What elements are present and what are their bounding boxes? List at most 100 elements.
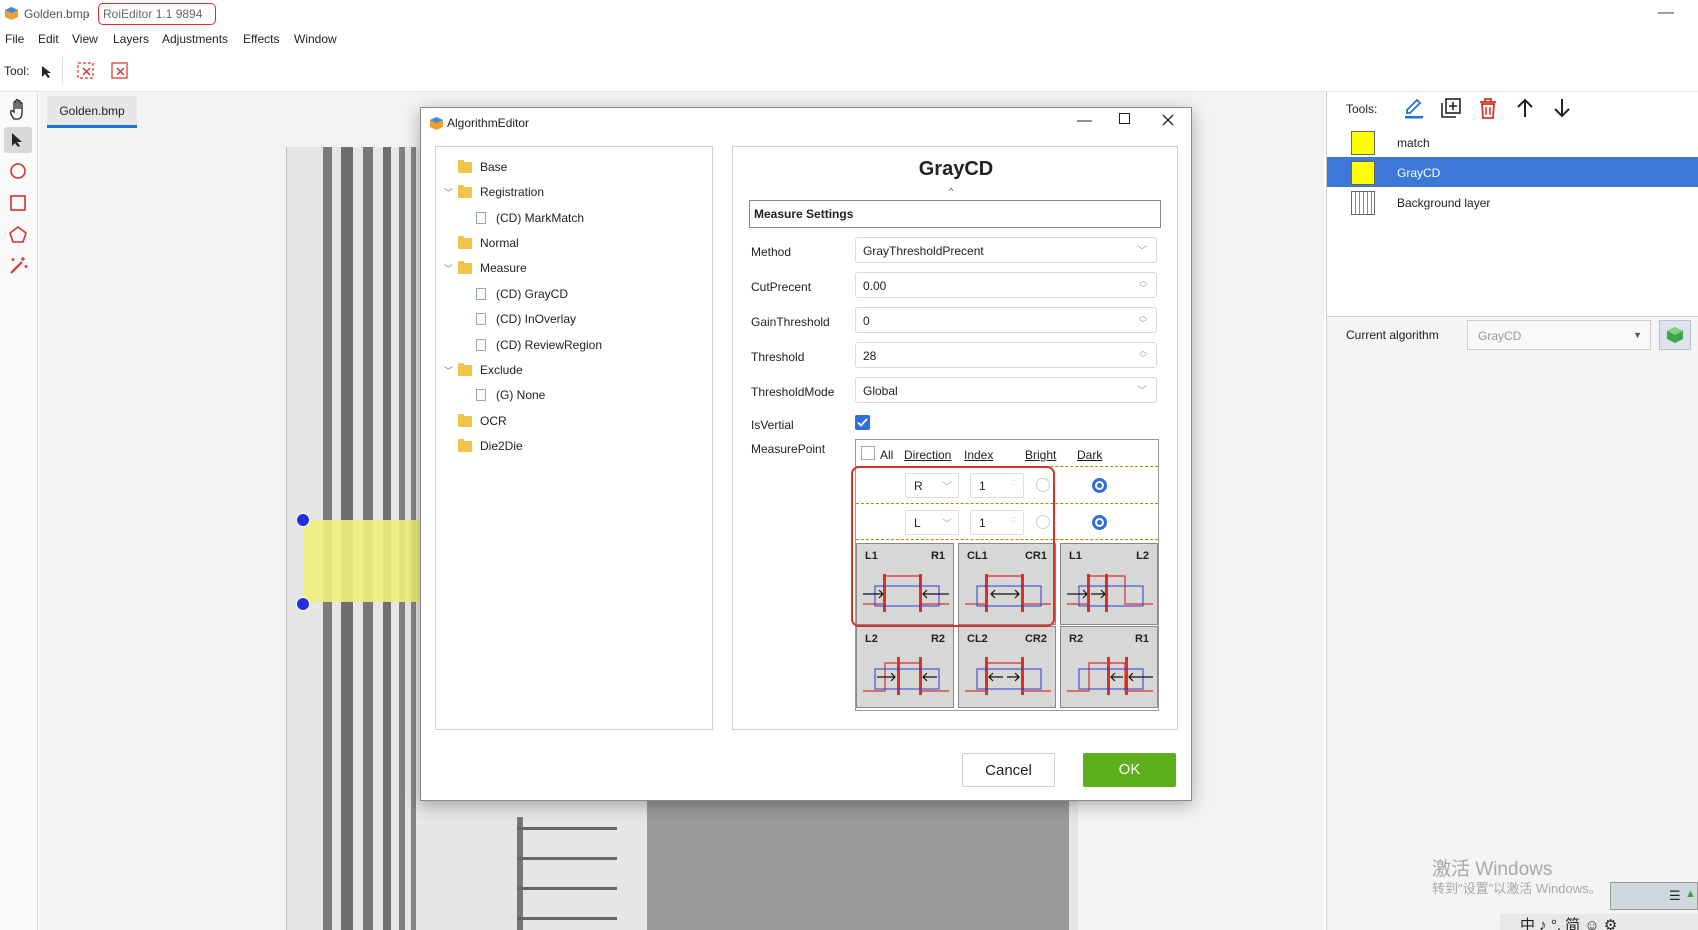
direction-select-row2[interactable]: L ﹀ xyxy=(905,510,959,535)
roi-handle-top[interactable] xyxy=(296,513,310,527)
preset-right-label: CR1 xyxy=(1024,550,1047,562)
menu-file[interactable]: File xyxy=(5,32,24,46)
measure-profile-icon xyxy=(965,574,1051,612)
layer-item-background[interactable]: Background layer xyxy=(1327,187,1698,217)
taskbar-overflow[interactable]: ☰ ▲ xyxy=(1610,882,1698,910)
dialog-maximize-icon[interactable] xyxy=(1119,113,1130,124)
background-layer-icon xyxy=(1351,191,1375,215)
menu-adjustments[interactable]: Adjustments xyxy=(162,32,228,46)
roi-handle-bottom[interactable] xyxy=(296,597,310,611)
document-tab[interactable]: Golden.bmp xyxy=(47,96,137,128)
move-down-icon[interactable] xyxy=(1551,97,1573,119)
tree-label: (CD) MarkMatch xyxy=(496,211,585,225)
tree-label: Die2Die xyxy=(480,439,523,453)
collapse-caret-icon[interactable]: ^ xyxy=(949,186,953,196)
threshold-label: Threshold xyxy=(751,350,805,364)
method-label: Method xyxy=(751,245,792,259)
tree-item-none[interactable]: (G) None xyxy=(476,388,545,402)
layer-item-graycd[interactable]: GrayCD xyxy=(1327,157,1698,187)
tree-item-ocr[interactable]: OCR xyxy=(458,413,507,428)
clear-roi-icon[interactable] xyxy=(111,62,129,80)
tree-item-die2die[interactable]: Die2Die xyxy=(458,438,523,453)
delete-roi-icon[interactable] xyxy=(77,62,95,80)
current-algorithm-value: GrayCD xyxy=(1478,329,1522,343)
preset-r2-r1[interactable]: R2 R1 xyxy=(1060,626,1158,708)
layer-item-match[interactable]: match xyxy=(1327,127,1698,157)
dialog-minimize-icon[interactable]: — xyxy=(1077,112,1092,129)
cursor-icon[interactable] xyxy=(41,65,53,79)
preset-cl2-cr2[interactable]: CL2 CR2 xyxy=(958,626,1056,708)
menu-edit[interactable]: Edit xyxy=(38,32,59,46)
cutprecent-spinbox[interactable]: 0.00 ︿ ﹀ xyxy=(855,272,1157,298)
collapse-chevron-icon[interactable]: ﹀ xyxy=(444,364,453,377)
preset-l1-r1[interactable]: L1 R1 xyxy=(856,543,954,625)
minimize-button[interactable]: — xyxy=(1658,4,1674,22)
tree-item-exclude[interactable]: Exclude xyxy=(458,362,523,377)
bright-radio-row1[interactable] xyxy=(1036,478,1050,492)
menu-view[interactable]: View xyxy=(72,32,98,46)
tree-item-registration[interactable]: Registration xyxy=(458,184,544,199)
method-select[interactable]: GrayThresholdPrecent ﹀ xyxy=(855,237,1157,263)
circle-icon xyxy=(10,163,26,179)
polygon-tool[interactable] xyxy=(4,222,32,248)
preset-left-label: R2 xyxy=(1069,633,1084,645)
move-up-icon[interactable] xyxy=(1514,97,1536,119)
menu-window[interactable]: Window xyxy=(294,32,337,46)
header-dark: Dark xyxy=(1077,448,1103,462)
algorithm-editor-dialog: AlgorithmEditor — Base ﹀ Registration (C… xyxy=(420,107,1192,801)
edit-icon[interactable] xyxy=(1403,97,1425,119)
tree-item-markmatch[interactable]: (CD) MarkMatch xyxy=(476,211,584,225)
rectangle-tool[interactable] xyxy=(4,190,32,216)
tree-item-normal[interactable]: Normal xyxy=(458,235,519,250)
layers-panel: Tools: match GrayCD Background layer Cur… xyxy=(1326,92,1698,930)
system-tray[interactable]: 中 ♪ °, 简 ☺ ⚙ xyxy=(1500,914,1698,930)
spin-arrows-icon: ︿ ﹀ xyxy=(1010,476,1017,491)
tree-item-base[interactable]: Base xyxy=(458,159,507,174)
folder-icon xyxy=(458,184,472,198)
menu-layers[interactable]: Layers xyxy=(113,32,149,46)
file-name: Golden.bmp xyxy=(24,7,90,21)
bright-radio-row2[interactable] xyxy=(1036,515,1050,529)
spin-arrows-icon[interactable]: ︿ ﹀ xyxy=(1139,277,1147,293)
chevron-down-icon: ﹀ xyxy=(1137,386,1147,397)
gainthreshold-spinbox[interactable]: 0 ︿ ﹀ xyxy=(855,307,1157,333)
select-tool[interactable] xyxy=(4,127,32,153)
tree-item-graycd[interactable]: (CD) GrayCD xyxy=(476,287,568,301)
activation-watermark-text: 转到"设置"以激活 Windows。 xyxy=(1432,881,1602,896)
document-icon xyxy=(476,288,486,300)
checkmark-icon xyxy=(857,418,868,427)
tree-item-inoverlay[interactable]: (CD) InOverlay xyxy=(476,312,576,326)
collapse-chevron-icon[interactable]: ﹀ xyxy=(444,262,453,275)
circle-tool[interactable] xyxy=(4,158,32,184)
preset-l2-r2[interactable]: L2 R2 xyxy=(856,626,954,708)
index-spinbox-row2[interactable]: 1 ︿ ﹀ xyxy=(970,510,1024,535)
spin-arrows-icon[interactable]: ︿ ﹀ xyxy=(1139,312,1147,328)
tree-item-measure[interactable]: Measure xyxy=(458,260,527,275)
delete-icon[interactable] xyxy=(1477,97,1499,119)
collapse-chevron-icon[interactable]: ﹀ xyxy=(444,186,453,199)
preset-cl1-cr1[interactable]: CL1 CR1 xyxy=(958,543,1056,625)
threshold-spinbox[interactable]: 28 ︿ ﹀ xyxy=(855,342,1157,368)
hand-tool[interactable] xyxy=(4,97,32,123)
magic-wand-tool[interactable] xyxy=(4,253,32,279)
spin-arrows-icon[interactable]: ︿ ﹀ xyxy=(1139,347,1147,363)
direction-select-row1[interactable]: R ﹀ xyxy=(905,473,959,498)
ok-button[interactable]: OK xyxy=(1083,753,1176,787)
thresholdmode-select[interactable]: Global ﹀ xyxy=(855,377,1157,403)
tree-item-reviewregion[interactable]: (CD) ReviewRegion xyxy=(476,338,602,352)
all-checkbox[interactable] xyxy=(861,446,875,460)
menu-effects[interactable]: Effects xyxy=(243,32,279,46)
isvertial-checkbox[interactable] xyxy=(855,415,870,430)
add-layer-icon[interactable] xyxy=(1440,97,1462,119)
run-algorithm-button[interactable] xyxy=(1659,320,1691,350)
dialog-app-icon xyxy=(430,117,443,130)
index-spinbox-row1[interactable]: 1 ︿ ﹀ xyxy=(970,473,1024,498)
preset-l1-l2[interactable]: L1 L2 xyxy=(1060,543,1158,625)
cutprecent-label: CutPrecent xyxy=(751,280,812,294)
dark-radio-row2[interactable] xyxy=(1092,515,1107,530)
algorithm-tree: Base ﹀ Registration (CD) MarkMatch Norma… xyxy=(435,146,713,730)
dialog-close-icon[interactable] xyxy=(1162,114,1174,126)
dark-radio-row1[interactable] xyxy=(1092,478,1107,493)
cancel-button[interactable]: Cancel xyxy=(962,753,1055,787)
current-algorithm-select[interactable]: GrayCD ▼ xyxy=(1467,320,1651,350)
